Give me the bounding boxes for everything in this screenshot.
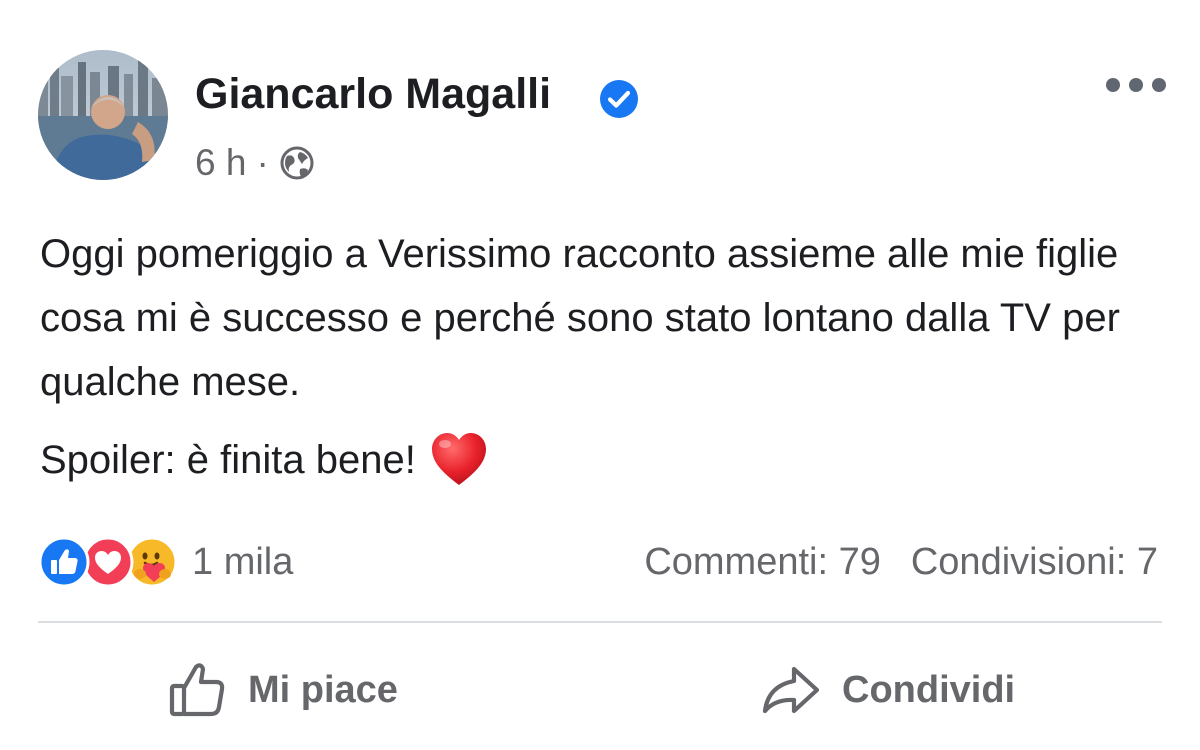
like-button-label: Mi piace [248, 668, 398, 711]
author-name[interactable]: Giancarlo Magalli [195, 70, 551, 119]
shares-count[interactable]: Condivisioni: 7 [911, 541, 1158, 584]
post-paragraph-text: Spoiler: è finita bene! [40, 438, 416, 482]
thumbs-up-icon [169, 663, 225, 717]
post-body: Oggi pomeriggio a Verissimo racconto ass… [40, 222, 1180, 492]
share-arrow-icon [762, 666, 820, 714]
post-stats: Commenti: 79 Condivisioni: 7 [644, 530, 1158, 594]
post-meta: 6 h · [195, 140, 316, 186]
post-paragraph: Spoiler: è finita bene! [40, 428, 1180, 492]
reaction-count[interactable]: 1 mila [192, 541, 293, 584]
post-time[interactable]: 6 h [195, 142, 246, 184]
post-paragraph: Oggi pomeriggio a Verissimo racconto ass… [40, 232, 1120, 404]
red-heart-emoji-icon [431, 433, 486, 485]
share-button[interactable]: Condividi [760, 652, 1015, 728]
globe-icon[interactable] [278, 144, 316, 182]
share-button-label: Condividi [842, 668, 1016, 711]
meta-separator: · [256, 142, 269, 183]
divider [38, 621, 1162, 623]
more-options-icon[interactable] [1106, 70, 1166, 100]
like-reaction-icon [38, 536, 90, 588]
reactions-summary[interactable]: 1 mila [38, 530, 293, 594]
like-button[interactable]: Mi piace [168, 652, 398, 728]
verified-badge-icon [600, 80, 638, 118]
avatar[interactable] [38, 50, 168, 180]
comments-count[interactable]: Commenti: 79 [644, 541, 881, 584]
facebook-post: Giancarlo Magalli 6 h · Oggi pomeriggio … [0, 0, 1200, 750]
